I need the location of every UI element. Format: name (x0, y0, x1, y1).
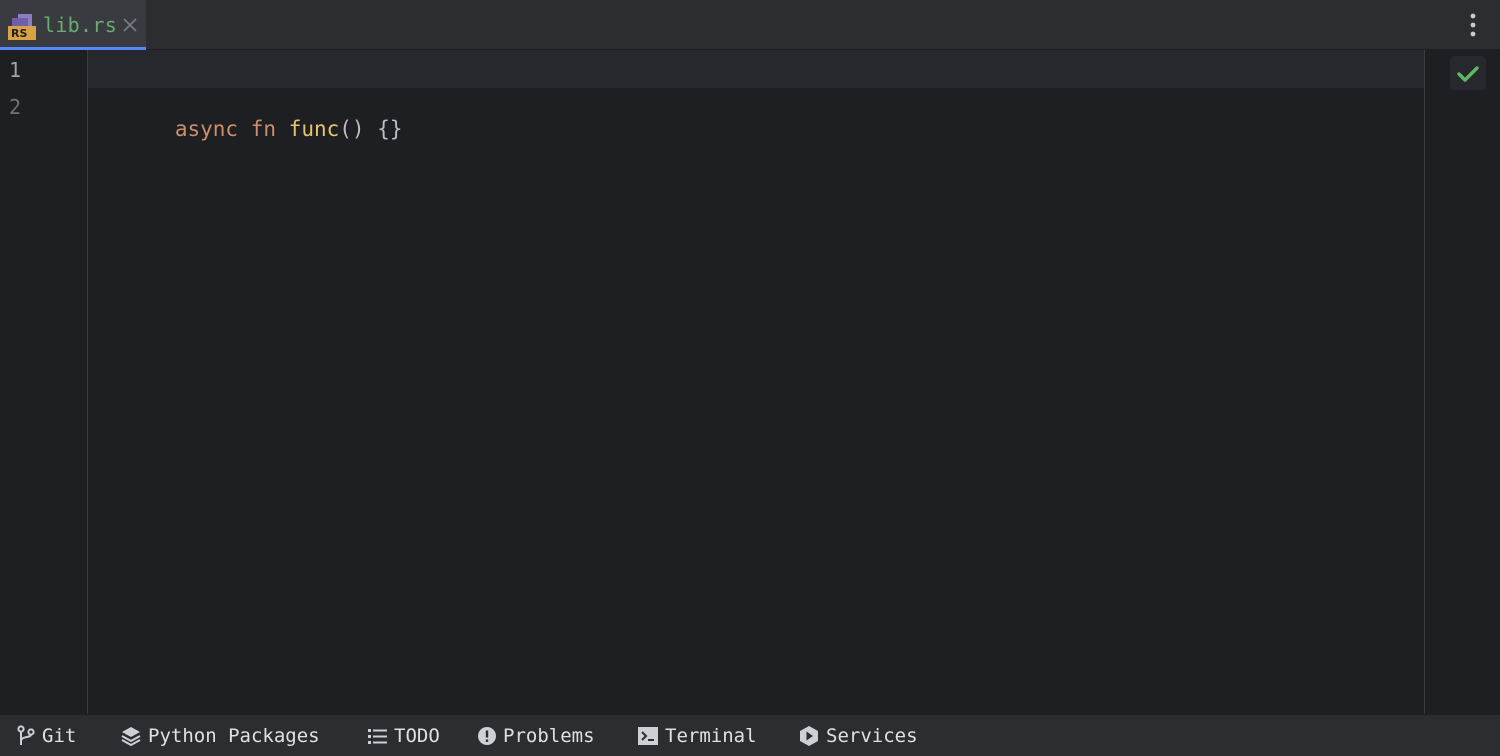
tab-lib-rs[interactable]: RS lib.rs (0, 0, 146, 50)
tool-window-label: Python Packages (148, 725, 320, 747)
editor-tab-bar: RS lib.rs (0, 0, 1500, 50)
rust-badge-text: RS (11, 27, 27, 40)
code-line[interactable]: async fn func() {} (99, 93, 403, 165)
line-number: 2 (9, 95, 22, 119)
more-options-icon[interactable] (1468, 12, 1478, 38)
tool-window-git[interactable]: Git (16, 724, 76, 748)
function-body: {} (377, 117, 403, 141)
layers-icon (121, 727, 141, 747)
terminal-icon (638, 727, 658, 745)
current-line-highlight (88, 50, 1424, 88)
tool-window-label: Git (42, 725, 77, 747)
keyword-async: async (174, 117, 239, 141)
check-icon (1457, 66, 1479, 82)
tool-window-bar: Git Python Packages TODO Problems Termin… (0, 714, 1500, 756)
function-params: () (339, 117, 365, 141)
line-number-gutter[interactable]: 1 2 (0, 50, 88, 714)
tool-window-todo[interactable]: TODO (368, 724, 440, 748)
tab-label: lib.rs (43, 13, 118, 37)
play-circle-icon (800, 726, 818, 746)
tool-window-label: Problems (503, 725, 595, 747)
tool-window-terminal[interactable]: Terminal (637, 724, 757, 748)
tool-window-python-packages[interactable]: Python Packages (120, 724, 320, 748)
tool-window-label: Services (826, 725, 918, 747)
tool-window-label: Terminal (665, 725, 757, 747)
close-icon[interactable] (121, 16, 139, 34)
exclamation-circle-icon (478, 727, 496, 745)
ide-window: RS lib.rs 1 2 async fn func() {} Git Pyt… (0, 0, 1500, 756)
list-icon (368, 729, 387, 744)
tool-window-label: TODO (394, 725, 440, 747)
git-branch-icon (17, 725, 35, 745)
rust-file-icon: RS (8, 14, 36, 40)
tool-window-problems[interactable]: Problems (477, 724, 595, 748)
tool-window-services[interactable]: Services (798, 724, 918, 748)
keyword-fn: fn (250, 117, 277, 141)
function-name: func (288, 117, 340, 141)
inspection-status-widget[interactable] (1450, 56, 1486, 90)
line-number: 1 (9, 58, 22, 82)
right-margin-guide (1424, 50, 1425, 714)
code-editor[interactable]: 1 2 async fn func() {} (0, 50, 1500, 714)
